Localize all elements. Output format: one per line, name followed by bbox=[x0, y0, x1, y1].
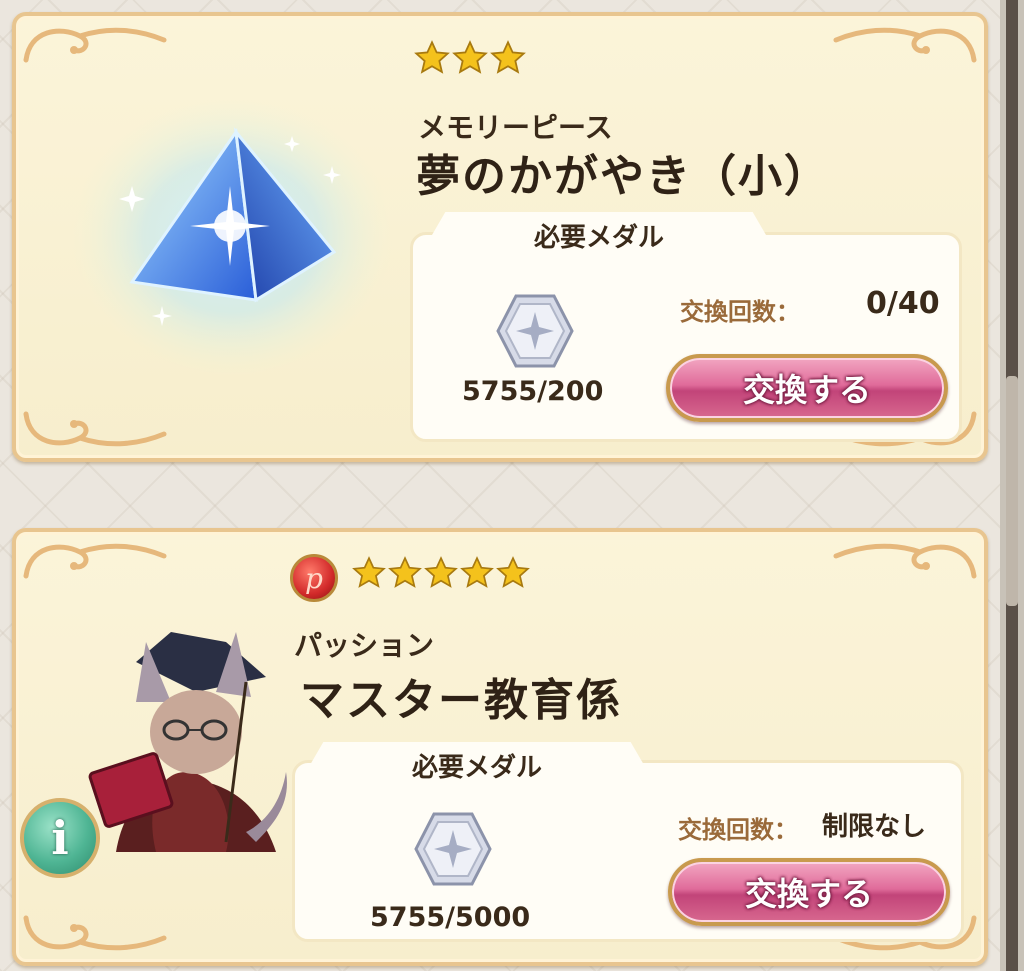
item-name: 夢のかがやき（小） bbox=[416, 151, 830, 202]
corner-flourish bbox=[23, 411, 167, 447]
exchange-card-memory-piece: メモリーピース 夢のかがやき（小） 必要メダル 5755/200 交換回数： 0… bbox=[12, 12, 988, 462]
medal-icon bbox=[496, 294, 574, 368]
character-portrait bbox=[88, 632, 287, 852]
required-medal-header: 必要メダル bbox=[310, 742, 644, 788]
medal-count: 5755/200 bbox=[462, 376, 604, 407]
exchange-count-label: 交換回数： bbox=[680, 298, 800, 326]
star-icon bbox=[388, 556, 422, 588]
corner-flourish bbox=[23, 27, 167, 63]
star-icon bbox=[452, 40, 488, 74]
rarity-stars bbox=[352, 556, 530, 590]
star-icon bbox=[460, 556, 494, 588]
rarity-stars bbox=[414, 40, 526, 76]
star-icon bbox=[424, 556, 458, 588]
item-name: マスター教育係 bbox=[300, 675, 622, 726]
info-button[interactable]: i bbox=[20, 798, 100, 878]
exchange-button[interactable]: 交換する bbox=[666, 354, 948, 422]
item-category: パッション bbox=[294, 629, 435, 662]
star-icon bbox=[414, 40, 450, 74]
scrollbar[interactable] bbox=[1000, 0, 1024, 971]
required-medal-header: 必要メダル bbox=[432, 212, 766, 258]
corner-flourish bbox=[833, 543, 977, 579]
medal-icon bbox=[414, 812, 492, 886]
exchange-count-label: 交換回数： bbox=[678, 816, 798, 844]
corner-flourish bbox=[23, 915, 167, 951]
star-icon bbox=[496, 556, 530, 588]
star-icon bbox=[352, 556, 386, 588]
corner-flourish bbox=[833, 27, 977, 63]
exchange-button[interactable]: 交換する bbox=[668, 858, 950, 926]
exchange-count-value: 制限なし bbox=[822, 812, 927, 842]
exchange-count-value: 0/40 bbox=[866, 286, 940, 321]
passion-attribute-icon: p bbox=[290, 554, 338, 602]
star-icon bbox=[490, 40, 526, 74]
corner-flourish bbox=[23, 543, 167, 579]
exchange-card-passion: パッション マスター教育係 必要メダル 5755/5000 交換回数： 制限なし… bbox=[12, 528, 988, 966]
medal-count: 5755/5000 bbox=[370, 902, 531, 933]
crystal-item-image bbox=[72, 96, 392, 376]
scrollbar-thumb[interactable] bbox=[1006, 376, 1018, 606]
